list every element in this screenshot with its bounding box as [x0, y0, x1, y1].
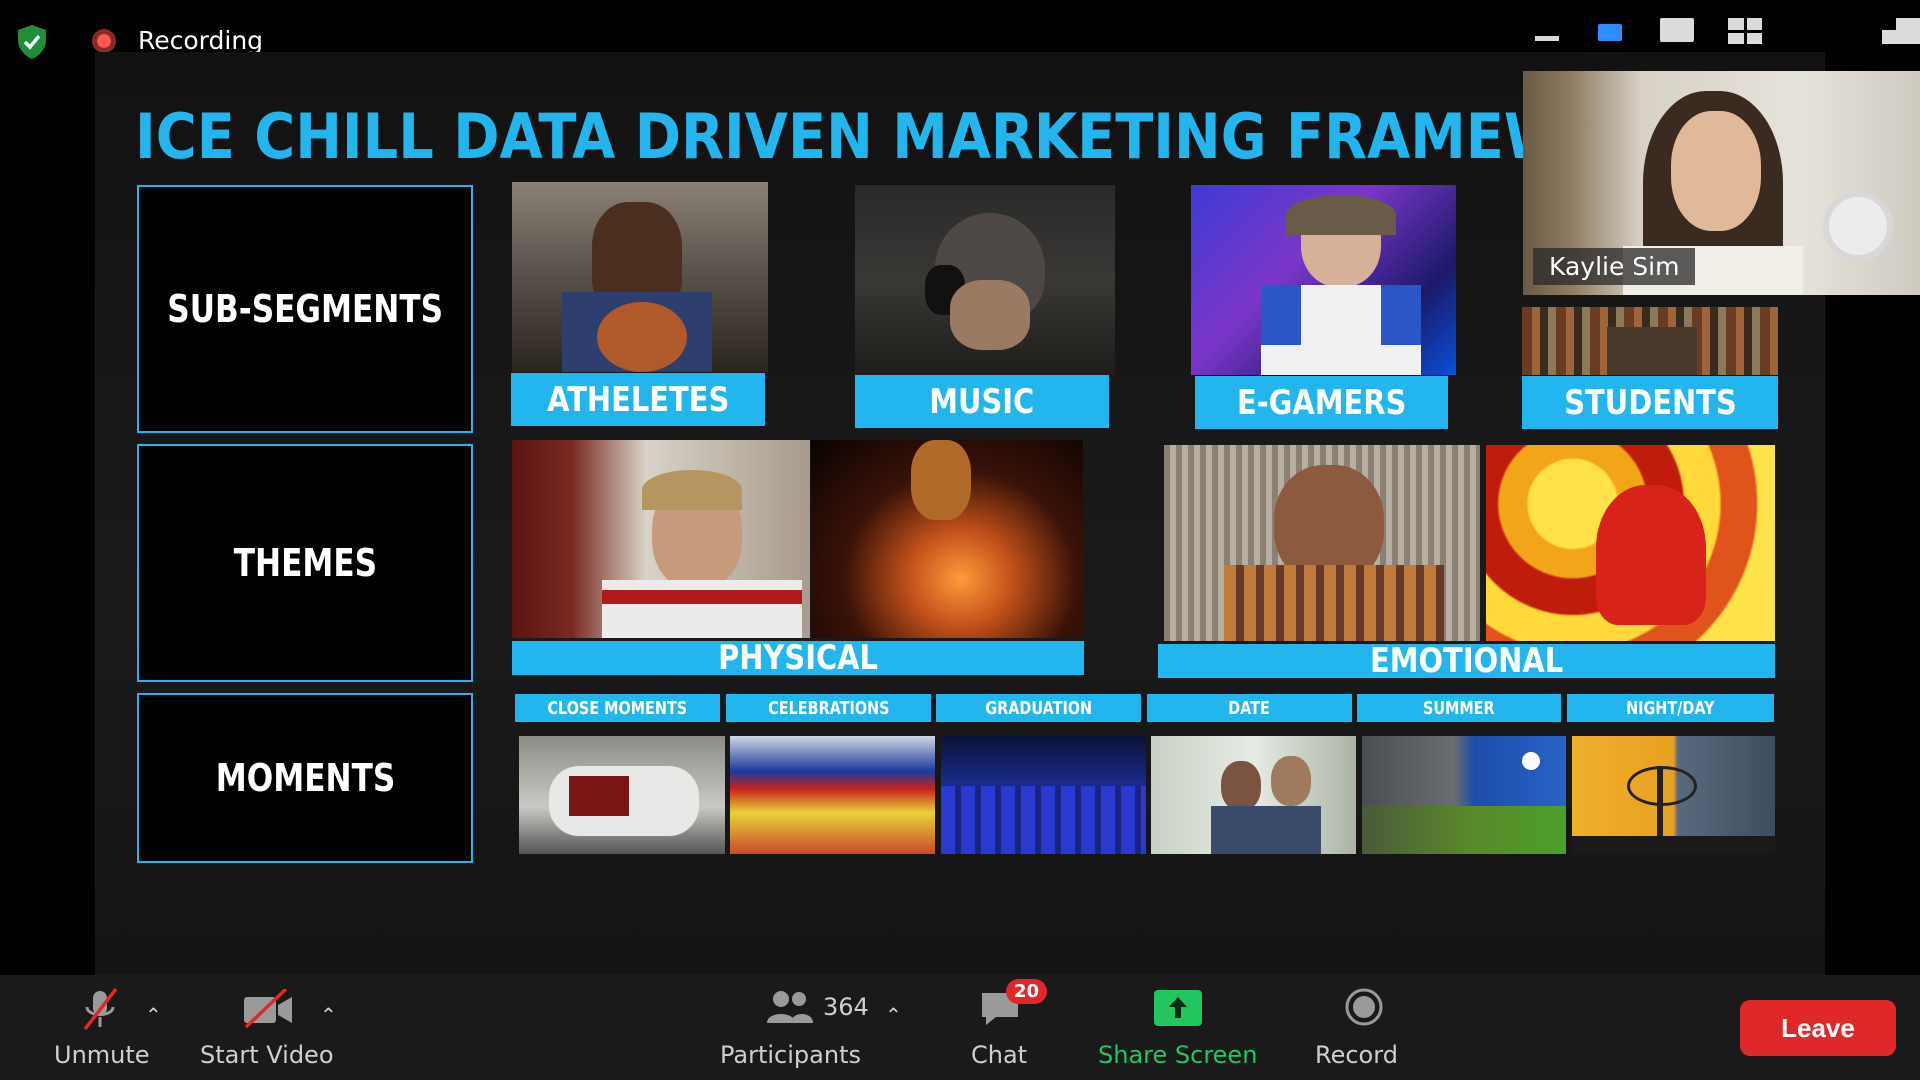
participants-button[interactable]: 364 ⌃ Participants — [715, 975, 915, 1080]
moment-photo-close-moments — [519, 736, 725, 854]
emotional-photo-right — [1486, 445, 1775, 641]
moment-label-close-moments: CLOSE MOMENTS — [515, 694, 720, 722]
moment-label-graduation: GRADUATION — [936, 694, 1141, 722]
row-moments: MOMENTS — [137, 693, 473, 863]
music-photo — [855, 185, 1115, 375]
share-screen-icon — [1154, 990, 1202, 1026]
row-sub-segments: SUB-SEGMENTS — [137, 185, 473, 433]
moment-photo-date — [1151, 736, 1356, 854]
row-label-moments: MOMENTS — [215, 756, 395, 800]
chat-unread-badge: 20 — [1006, 979, 1048, 1004]
participants-icon — [767, 991, 813, 1023]
video-camera-off-icon — [244, 989, 292, 1029]
single-view-icon[interactable] — [1660, 18, 1694, 42]
chat-label: Chat — [971, 1041, 1028, 1069]
participants-options-caret-icon[interactable]: ⌃ — [885, 1003, 902, 1027]
record-label: Record — [1315, 1041, 1398, 1069]
slide-title: ICE CHILL DATA DRIVEN MARKETING FRAMEWOR… — [135, 100, 1700, 173]
record-button[interactable]: Record — [1310, 975, 1420, 1080]
start-video-button[interactable]: ⌃ Start Video — [195, 975, 355, 1080]
microphone-muted-icon — [83, 987, 118, 1031]
sub-segment-label-students: STUDENTS — [1522, 376, 1778, 429]
moment-label-celebrations: CELEBRATIONS — [726, 694, 931, 722]
share-screen-label: Share Screen — [1098, 1041, 1258, 1069]
gallery-view-icon[interactable] — [1728, 18, 1762, 44]
moment-photo-celebrations — [730, 736, 935, 854]
e-gamer-photo — [1191, 185, 1456, 375]
theme-label-physical: PHYSICAL — [512, 638, 1084, 678]
meeting-toolbar: ⌃ Unmute ⌃ Start Video 364 ⌃ Participant… — [0, 975, 1920, 1080]
participant-name-label: Kaylie Sim — [1533, 248, 1696, 285]
emotional-photo-left — [1164, 445, 1480, 641]
moment-label-date: DATE — [1147, 694, 1352, 722]
row-label-themes: THEMES — [233, 541, 377, 585]
physical-photo-left — [512, 440, 810, 638]
minimize-icon[interactable] — [1535, 36, 1559, 41]
chat-button[interactable]: 20 Chat — [960, 975, 1048, 1080]
moment-photo-graduation — [941, 736, 1146, 854]
speaker-view-icon[interactable] — [1598, 24, 1622, 41]
sub-segment-label-music: MUSIC — [855, 375, 1109, 428]
video-options-caret-icon[interactable]: ⌃ — [320, 1003, 337, 1027]
unmute-button[interactable]: ⌃ Unmute — [40, 975, 170, 1080]
theme-label-emotional: EMOTIONAL — [1158, 641, 1775, 681]
moment-label-night-day: NIGHT/DAY — [1567, 694, 1774, 722]
row-label-sub-segments: SUB-SEGMENTS — [167, 287, 443, 331]
audio-options-caret-icon[interactable]: ⌃ — [145, 1003, 162, 1027]
recording-dot-icon[interactable] — [92, 29, 116, 53]
exit-fullscreen-icon[interactable] — [1882, 18, 1920, 44]
record-icon — [1345, 988, 1383, 1026]
athlete-photo — [512, 182, 768, 372]
start-video-label: Start Video — [200, 1041, 334, 1069]
sub-segment-label-e-gamers: E-GAMERS — [1195, 376, 1448, 429]
participants-count: 364 — [823, 993, 869, 1021]
recording-status-label: Recording — [138, 26, 264, 55]
share-screen-button[interactable]: Share Screen — [1090, 975, 1265, 1080]
row-themes: THEMES — [137, 444, 473, 682]
leave-button[interactable]: Leave — [1740, 1000, 1896, 1056]
students-photo — [1522, 307, 1778, 375]
participants-label: Participants — [720, 1041, 861, 1069]
moment-label-summer: SUMMER — [1357, 694, 1561, 722]
moment-photo-night-day — [1572, 736, 1775, 854]
unmute-label: Unmute — [54, 1041, 150, 1069]
security-shield-icon[interactable] — [16, 24, 48, 60]
moment-photo-summer — [1362, 736, 1566, 854]
sub-segment-label-atheletes: ATHELETES — [511, 373, 765, 426]
participant-video-tile[interactable]: Kaylie Sim — [1523, 71, 1920, 295]
physical-photo-right — [811, 440, 1083, 638]
